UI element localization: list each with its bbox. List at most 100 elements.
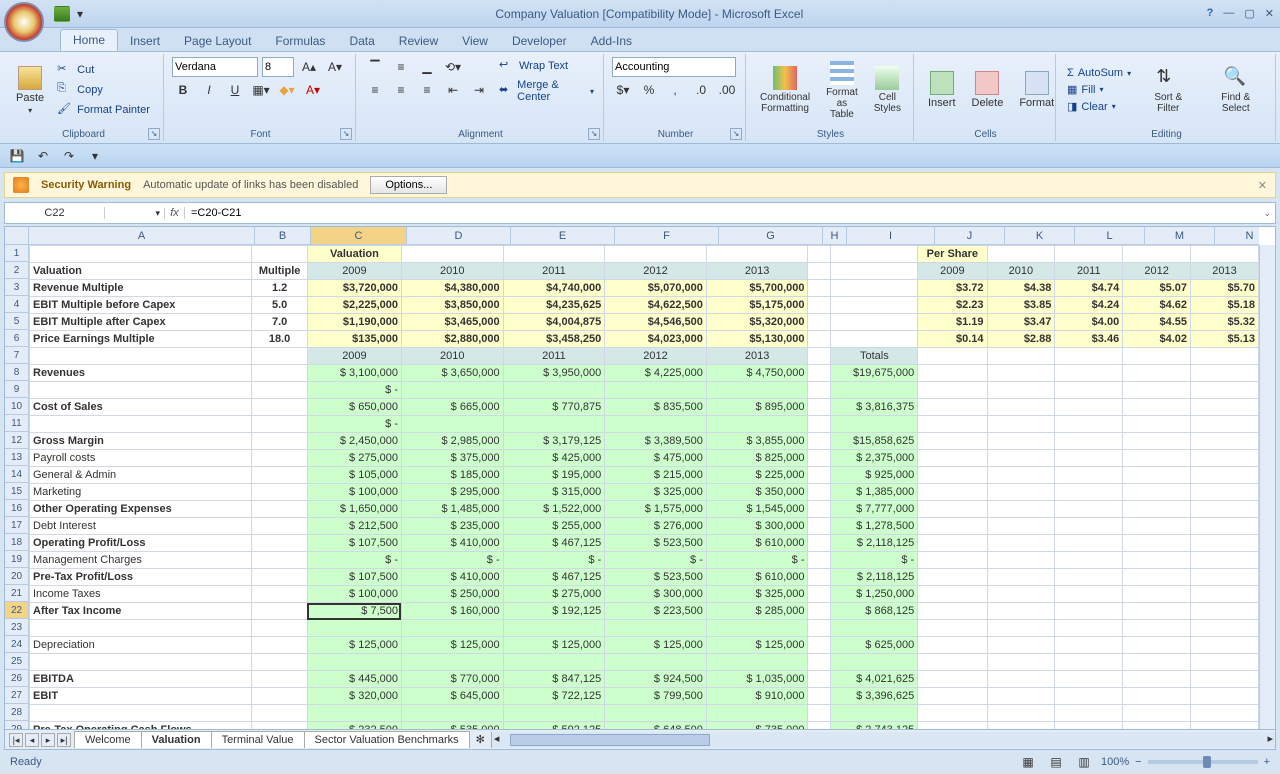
cell-K28[interactable] — [987, 705, 1055, 722]
cell-M14[interactable] — [1123, 467, 1191, 484]
cell-K22[interactable] — [987, 603, 1055, 620]
cell-D25[interactable] — [401, 654, 503, 671]
cell-C24[interactable]: $ 125,000 — [307, 637, 401, 654]
cell-A13[interactable]: Payroll costs — [30, 450, 252, 467]
cell-G18[interactable]: $ 610,000 — [706, 535, 808, 552]
cell-E20[interactable]: $ 467,125 — [503, 569, 605, 586]
conditional-formatting-button[interactable]: Conditional Formatting — [754, 62, 816, 118]
cell-K11[interactable] — [987, 416, 1055, 433]
cell-E12[interactable]: $ 3,179,125 — [503, 433, 605, 450]
cell-E3[interactable]: $4,740,000 — [503, 280, 605, 297]
cell-M28[interactable] — [1123, 705, 1191, 722]
col-header-N[interactable]: N — [1215, 227, 1276, 244]
cell-K19[interactable] — [987, 552, 1055, 569]
cell-F18[interactable]: $ 523,500 — [605, 535, 707, 552]
cell-C23[interactable] — [307, 620, 401, 637]
cell-I15[interactable]: $ 1,385,000 — [831, 484, 918, 501]
cell-I23[interactable] — [831, 620, 918, 637]
cell-H25[interactable] — [808, 654, 831, 671]
cell-J9[interactable] — [918, 382, 987, 399]
cell-I21[interactable]: $ 1,250,000 — [831, 586, 918, 603]
align-center-icon[interactable]: ≡ — [390, 80, 412, 100]
close-icon[interactable]: ✕ — [1265, 7, 1274, 20]
copy-button[interactable]: ⎘Copy — [54, 81, 153, 99]
cell-D13[interactable]: $ 375,000 — [401, 450, 503, 467]
row-header-9[interactable]: 9 — [5, 381, 28, 398]
zoom-in-icon[interactable]: + — [1264, 756, 1270, 768]
dialog-launcher[interactable]: ↘ — [148, 128, 160, 140]
row-header-11[interactable]: 11 — [5, 415, 28, 432]
cell-F15[interactable]: $ 325,000 — [605, 484, 707, 501]
cell-D4[interactable]: $3,850,000 — [401, 297, 503, 314]
cell-N13[interactable] — [1191, 450, 1259, 467]
cell-C14[interactable]: $ 105,000 — [307, 467, 401, 484]
ribbon-tab-review[interactable]: Review — [387, 31, 450, 51]
cell-I27[interactable]: $ 3,396,625 — [831, 688, 918, 705]
cell-C3[interactable]: $3,720,000 — [307, 280, 401, 297]
cell-L18[interactable] — [1055, 535, 1123, 552]
cell-N22[interactable] — [1191, 603, 1259, 620]
cell-I9[interactable] — [831, 382, 918, 399]
cell-M20[interactable] — [1123, 569, 1191, 586]
col-header-B[interactable]: B — [255, 227, 311, 244]
cell-J21[interactable] — [918, 586, 987, 603]
cell-M6[interactable]: $4.02 — [1123, 331, 1191, 348]
cell-J17[interactable] — [918, 518, 987, 535]
name-box[interactable]: C22 — [5, 207, 105, 219]
cell-C16[interactable]: $ 1,650,000 — [307, 501, 401, 518]
cell-E19[interactable]: $ - — [503, 552, 605, 569]
wrap-text-button[interactable]: ↩Wrap Text — [496, 57, 597, 75]
page-layout-view-icon[interactable]: ▤ — [1045, 752, 1067, 772]
cell-J1[interactable]: Per Share — [918, 246, 987, 263]
cell-E21[interactable]: $ 275,000 — [503, 586, 605, 603]
cell-F1[interactable] — [605, 246, 707, 263]
cell-A21[interactable]: Income Taxes — [30, 586, 252, 603]
cell-H17[interactable] — [808, 518, 831, 535]
cell-G15[interactable]: $ 350,000 — [706, 484, 808, 501]
cell-M9[interactable] — [1123, 382, 1191, 399]
cell-M7[interactable] — [1123, 348, 1191, 365]
cell-E5[interactable]: $4,004,875 — [503, 314, 605, 331]
cell-K2[interactable]: 2010 — [987, 263, 1055, 280]
cell-H11[interactable] — [808, 416, 831, 433]
cell-C19[interactable]: $ - — [307, 552, 401, 569]
cell-F11[interactable] — [605, 416, 707, 433]
cell-D20[interactable]: $ 410,000 — [401, 569, 503, 586]
cell-F8[interactable]: $ 4,225,000 — [605, 365, 707, 382]
cell-C18[interactable]: $ 107,500 — [307, 535, 401, 552]
cell-B26[interactable] — [252, 671, 308, 688]
cell-D26[interactable]: $ 770,000 — [401, 671, 503, 688]
cell-F19[interactable]: $ - — [605, 552, 707, 569]
decrease-indent-icon[interactable]: ⇤ — [442, 80, 464, 100]
sheet-tab-welcome[interactable]: Welcome — [74, 731, 142, 748]
column-headers[interactable]: ABCDEFGHIJKLMN — [29, 227, 1259, 245]
cell-B23[interactable] — [252, 620, 308, 637]
cell-L17[interactable] — [1055, 518, 1123, 535]
cell-L1[interactable] — [1055, 246, 1123, 263]
cell-E13[interactable]: $ 425,000 — [503, 450, 605, 467]
cell-E8[interactable]: $ 3,950,000 — [503, 365, 605, 382]
cell-H20[interactable] — [808, 569, 831, 586]
cell-I4[interactable] — [831, 297, 918, 314]
clear-button[interactable]: ◨Clear▾ — [1064, 99, 1134, 114]
cell-L26[interactable] — [1055, 671, 1123, 688]
cell-K26[interactable] — [987, 671, 1055, 688]
ribbon-tab-developer[interactable]: Developer — [500, 31, 579, 51]
cell-A7[interactable] — [30, 348, 252, 365]
undo-icon[interactable]: ↶ — [32, 146, 54, 166]
fill-color-button[interactable]: ◆▾ — [276, 80, 298, 100]
cell-M3[interactable]: $5.07 — [1123, 280, 1191, 297]
cell-L24[interactable] — [1055, 637, 1123, 654]
cell-N2[interactable]: 2013 — [1191, 263, 1259, 280]
cell-C22[interactable]: $ 7,500 — [307, 603, 401, 620]
cell-M19[interactable] — [1123, 552, 1191, 569]
cell-G28[interactable] — [706, 705, 808, 722]
row-header-13[interactable]: 13 — [5, 449, 28, 466]
cell-N27[interactable] — [1191, 688, 1259, 705]
formula-input[interactable] — [185, 207, 1259, 219]
cell-N12[interactable] — [1191, 433, 1259, 450]
cell-H3[interactable] — [808, 280, 831, 297]
cell-A6[interactable]: Price Earnings Multiple — [30, 331, 252, 348]
cut-button[interactable]: ✂Cut — [54, 61, 153, 79]
cell-C4[interactable]: $2,225,000 — [307, 297, 401, 314]
